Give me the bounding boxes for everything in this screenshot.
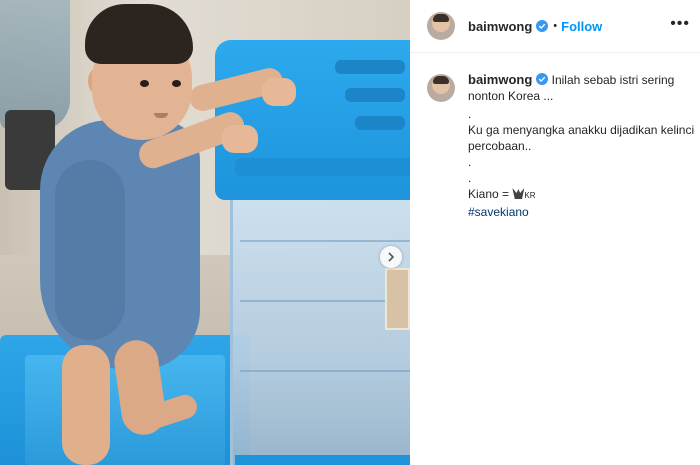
photo-child-hair bbox=[85, 4, 193, 64]
post-side-panel: baimwong • Follow ••• baimwong Inilah se… bbox=[410, 0, 700, 465]
caption-flag-text: KR bbox=[524, 191, 536, 200]
avatar[interactable] bbox=[427, 12, 455, 40]
chevron-right-icon bbox=[388, 252, 395, 262]
verified-badge-icon bbox=[536, 73, 549, 85]
photo-storage-box-lid bbox=[215, 40, 410, 200]
photo-child-onesie-shade bbox=[55, 160, 125, 340]
caption-line-4: . bbox=[468, 155, 472, 169]
caption-line-2: . bbox=[468, 107, 472, 121]
caption-text: baimwong Inilah sebab istri sering nonto… bbox=[468, 66, 698, 220]
verified-badge-icon bbox=[536, 20, 549, 32]
lid-ridge bbox=[335, 60, 405, 74]
photo-child-hand-left bbox=[222, 125, 258, 153]
photo-box-rib bbox=[240, 240, 410, 242]
photo-storage-box-body bbox=[230, 190, 410, 465]
photo-child-hand-right bbox=[262, 78, 296, 106]
caption-line-5: . bbox=[468, 171, 472, 185]
caption-avatar[interactable] bbox=[427, 74, 455, 102]
photo-box-foot bbox=[235, 455, 410, 465]
header-username[interactable]: baimwong bbox=[468, 19, 532, 34]
post-header: baimwong • Follow ••• bbox=[410, 0, 700, 53]
lid-ridge bbox=[345, 88, 405, 102]
caption: baimwong Inilah sebab istri sering nonto… bbox=[410, 66, 700, 220]
carousel-next-button[interactable] bbox=[380, 246, 402, 268]
photo-sticker bbox=[385, 268, 410, 330]
photo-child-eye bbox=[172, 80, 181, 87]
flag-emoji-icon bbox=[512, 188, 525, 199]
caption-line-6: Kiano = KR bbox=[468, 186, 698, 204]
photo-child-leg-left bbox=[62, 345, 110, 465]
lid-ridge bbox=[355, 116, 405, 130]
caption-line-3: Ku ga menyangka anakku dijadikan kelinci… bbox=[468, 123, 695, 153]
instagram-post: baimwong • Follow ••• baimwong Inilah se… bbox=[0, 0, 700, 465]
more-options-icon[interactable]: ••• bbox=[670, 16, 690, 32]
follow-button[interactable]: Follow bbox=[561, 19, 602, 34]
post-photo[interactable] bbox=[0, 0, 410, 465]
caption-kiano-text: Kiano = bbox=[468, 187, 513, 201]
photo-child-eye bbox=[140, 80, 149, 87]
photo-box-rib bbox=[240, 370, 410, 372]
lid-rim bbox=[235, 158, 410, 176]
header-separator: • bbox=[553, 20, 558, 32]
caption-username[interactable]: baimwong bbox=[468, 72, 532, 87]
caption-hashtag[interactable]: #savekiano bbox=[468, 204, 698, 220]
